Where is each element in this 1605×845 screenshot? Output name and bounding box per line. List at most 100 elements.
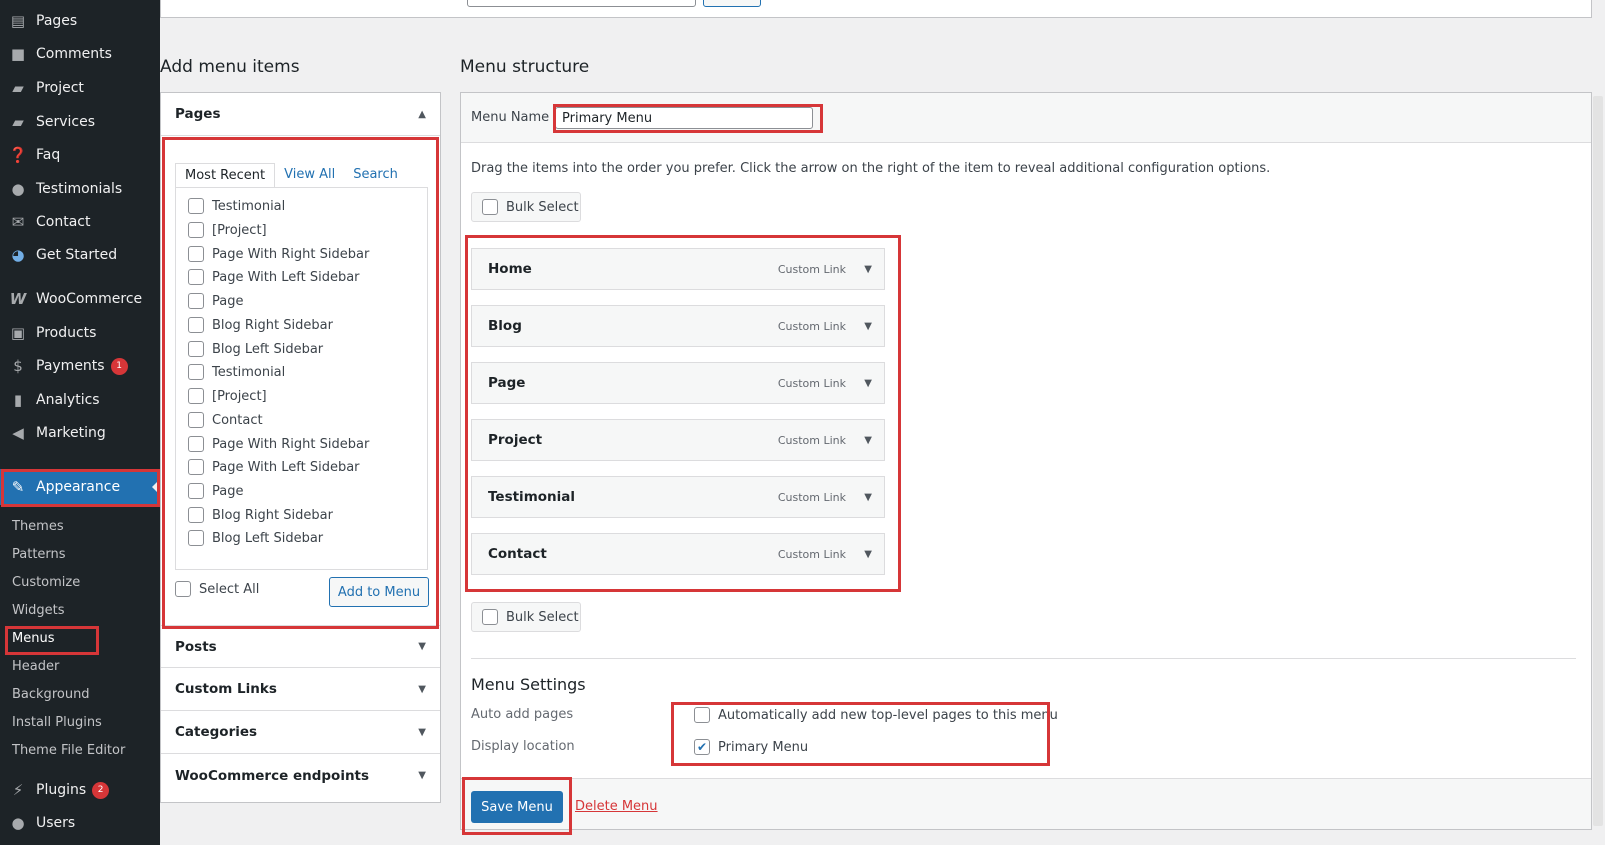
accordion-pages[interactable]: Pages ▲ <box>161 93 440 136</box>
page-checkbox-item[interactable]: Blog Left Sidebar <box>188 341 323 357</box>
submenu-widgets[interactable]: Widgets <box>12 603 65 618</box>
sidebar-item-analytics[interactable]: ▮ Analytics <box>0 385 160 415</box>
submenu-patterns[interactable]: Patterns <box>12 547 66 562</box>
page-checkbox-item[interactable]: Page With Right Sidebar <box>188 246 369 262</box>
sidebar-item-appearance[interactable]: ✎ Appearance <box>0 469 160 505</box>
page-checkbox-item[interactable]: Page <box>188 293 243 309</box>
menu-item[interactable]: Contact Custom Link ▼ <box>471 533 885 575</box>
checkbox[interactable] <box>175 581 191 597</box>
page-checkbox-item[interactable]: Page <box>188 483 243 499</box>
select-all-checkbox[interactable]: Select All <box>175 581 259 597</box>
checkbox[interactable] <box>188 412 204 428</box>
bulk-select-button[interactable]: Bulk Select <box>471 602 581 632</box>
pages-tabs: Most Recent View All Search <box>175 163 407 188</box>
divider <box>471 658 1576 659</box>
checkbox[interactable] <box>188 436 204 452</box>
sidebar-item-services[interactable]: ▰ Services <box>0 107 160 137</box>
sidebar-item-faq[interactable]: ❓ Faq <box>0 140 160 170</box>
checkbox[interactable] <box>188 269 204 285</box>
checkbox[interactable] <box>482 609 498 625</box>
accordion-woocommerce-endpoints[interactable]: WooCommerce endpoints ▼ <box>161 754 440 797</box>
tab-view-all[interactable]: View All <box>275 163 344 188</box>
add-menu-items-panel: Pages ▲ Most Recent View All Search Test… <box>160 92 441 803</box>
select-menu-input[interactable] <box>467 0 696 7</box>
sidebar-item-get-started[interactable]: ◕ Get Started <box>0 240 160 270</box>
sidebar-item-products[interactable]: ▣ Products <box>0 318 160 348</box>
sidebar-item-pages[interactable]: ▤ Pages <box>0 6 160 36</box>
submenu-header[interactable]: Header <box>12 659 59 674</box>
checkbox[interactable] <box>188 388 204 404</box>
display-location-label: Display location <box>471 739 575 754</box>
page-checkbox-item[interactable]: Blog Right Sidebar <box>188 507 333 523</box>
checkbox[interactable] <box>188 341 204 357</box>
page-checkbox-item[interactable]: Blog Left Sidebar <box>188 530 323 546</box>
submenu-install-plugins[interactable]: Install Plugins <box>12 715 102 730</box>
sidebar-item-plugins[interactable]: ⚡ Plugins 2 <box>0 775 160 805</box>
checkbox[interactable] <box>188 459 204 475</box>
plugin-icon: ⚡ <box>12 781 24 799</box>
page-checkbox-item[interactable]: [Project] <box>188 388 267 404</box>
submenu-menus[interactable]: Menus <box>12 631 54 646</box>
delete-menu-link[interactable]: Delete Menu <box>575 799 658 814</box>
chevron-down-icon[interactable]: ▼ <box>864 264 872 275</box>
menu-item[interactable]: Blog Custom Link ▼ <box>471 305 885 347</box>
save-menu-button[interactable]: Save Menu <box>471 791 563 823</box>
submenu-theme-file-editor[interactable]: Theme File Editor <box>12 743 125 758</box>
menu-item[interactable]: Project Custom Link ▼ <box>471 419 885 461</box>
checkbox[interactable] <box>188 483 204 499</box>
submenu-background[interactable]: Background <box>12 687 90 702</box>
select-button[interactable] <box>703 0 761 7</box>
accordion-posts[interactable]: Posts ▼ <box>161 625 440 668</box>
sidebar-item-contact[interactable]: ✉ Contact <box>0 207 160 237</box>
chevron-down-icon[interactable]: ▼ <box>864 492 872 503</box>
sidebar-item-woocommerce[interactable]: W WooCommerce <box>0 284 160 314</box>
page-checkbox-item[interactable]: Blog Right Sidebar <box>188 317 333 333</box>
checkbox[interactable] <box>188 293 204 309</box>
menu-item[interactable]: Home Custom Link ▼ <box>471 248 885 290</box>
checkbox[interactable] <box>188 364 204 380</box>
brush-icon: ✎ <box>11 478 25 496</box>
checkbox[interactable] <box>482 199 498 215</box>
checkbox[interactable] <box>188 198 204 214</box>
chevron-down-icon[interactable]: ▼ <box>864 321 872 332</box>
page-checkbox-item[interactable]: Page With Right Sidebar <box>188 436 369 452</box>
tab-most-recent[interactable]: Most Recent <box>175 163 276 188</box>
menu-name-input[interactable]: Primary Menu <box>555 107 813 129</box>
page-checkbox-item[interactable]: Contact <box>188 412 263 428</box>
chevron-down-icon[interactable]: ▼ <box>864 378 872 389</box>
tab-search[interactable]: Search <box>344 163 407 188</box>
active-indicator <box>152 479 160 495</box>
auto-add-pages-checkbox[interactable]: Automatically add new top-level pages to… <box>694 707 1058 723</box>
submenu-customize[interactable]: Customize <box>12 575 80 590</box>
page-checkbox-item[interactable]: Page With Left Sidebar <box>188 459 360 475</box>
checkbox[interactable] <box>188 246 204 262</box>
sidebar-item-marketing[interactable]: ◀ Marketing <box>0 418 160 448</box>
archive-icon: ▣ <box>10 324 26 342</box>
sidebar-item-testimonials[interactable]: ● Testimonials <box>0 174 160 204</box>
add-to-menu-button[interactable]: Add to Menu <box>329 577 429 607</box>
sidebar-item-comments[interactable]: ■ Comments <box>0 39 160 69</box>
accordion-categories[interactable]: Categories ▼ <box>161 711 440 754</box>
chevron-down-icon[interactable]: ▼ <box>864 435 872 446</box>
checkbox[interactable] <box>188 222 204 238</box>
page-checkbox-item[interactable]: [Project] <box>188 222 267 238</box>
menu-item[interactable]: Testimonial Custom Link ▼ <box>471 476 885 518</box>
checkbox[interactable] <box>188 507 204 523</box>
menu-item[interactable]: Page Custom Link ▼ <box>471 362 885 404</box>
scrollbar[interactable] <box>1593 96 1603 826</box>
primary-menu-location-checkbox[interactable]: ✔ Primary Menu <box>694 739 808 755</box>
sidebar-item-payments[interactable]: $ Payments 1 <box>0 351 160 381</box>
page-checkbox-item[interactable]: Testimonial <box>188 198 285 214</box>
checkbox[interactable] <box>188 530 204 546</box>
checkbox[interactable] <box>694 707 710 723</box>
sidebar-item-users[interactable]: ● Users <box>0 808 160 838</box>
checkmark-icon[interactable]: ✔ <box>694 739 710 755</box>
page-checkbox-item[interactable]: Testimonial <box>188 364 285 380</box>
page-checkbox-item[interactable]: Page With Left Sidebar <box>188 269 360 285</box>
checkbox[interactable] <box>188 317 204 333</box>
submenu-themes[interactable]: Themes <box>12 519 64 534</box>
chevron-down-icon[interactable]: ▼ <box>864 549 872 560</box>
accordion-custom-links[interactable]: Custom Links ▼ <box>161 668 440 711</box>
bulk-select-button[interactable]: Bulk Select <box>471 192 581 222</box>
sidebar-item-project[interactable]: ▰ Project <box>0 73 160 103</box>
